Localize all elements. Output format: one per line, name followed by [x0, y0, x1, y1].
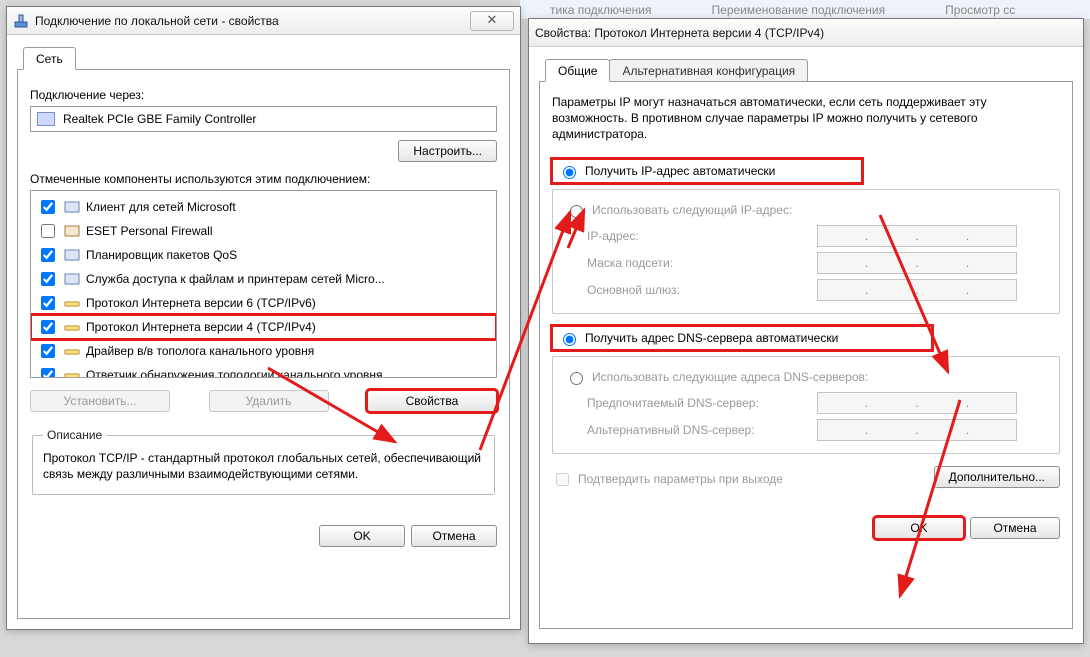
lltd-responder-icon: [64, 367, 80, 378]
background-toolbar-strip: тика подключения Переименование подключе…: [520, 0, 1090, 20]
dns-auto-radio[interactable]: [563, 333, 576, 346]
component-checkbox[interactable]: [41, 368, 55, 378]
dns-section: Получить адрес DNS-сервера автоматически…: [552, 326, 1060, 454]
ipv4-properties-dialog: Свойства: Протокол Интернета версии 4 (T…: [528, 18, 1084, 644]
component-label: Ответчик обнаружения топологии канальног…: [86, 368, 383, 378]
adapter-icon: [37, 112, 55, 126]
confirm-on-exit-label: Подтвердить параметры при выходе: [578, 472, 783, 486]
component-checkbox[interactable]: [41, 224, 55, 238]
firewall-icon: [64, 223, 80, 239]
ip-auto-radio[interactable]: [563, 166, 576, 179]
list-item-ipv4[interactable]: Протокол Интернета версии 4 (TCP/IPv4): [31, 315, 496, 339]
confirm-on-exit-row[interactable]: Подтвердить параметры при выходе: [552, 470, 783, 489]
lan-title: Подключение по локальной сети - свойства: [35, 14, 279, 28]
subnet-mask-input: ...: [817, 252, 1017, 274]
ipv4-ok-button[interactable]: OK: [874, 517, 964, 539]
dns-manual-radio[interactable]: [570, 372, 583, 385]
component-label: ESET Personal Firewall: [86, 224, 213, 238]
preferred-dns-label: Предпочитаемый DNS-сервер:: [587, 396, 807, 410]
alt-dns-input: ...: [817, 419, 1017, 441]
ip-auto-row[interactable]: Получить IP-адрес автоматически: [552, 159, 862, 183]
remove-button: Удалить: [209, 390, 329, 412]
dns-manual-label: Использовать следующие адреса DNS-сервер…: [592, 370, 868, 384]
ipv4-icon: [64, 319, 80, 335]
lan-cancel-button[interactable]: Отмена: [411, 525, 497, 547]
lan-close-button[interactable]: ✕: [470, 11, 514, 31]
ip-manual-row[interactable]: Использовать следующий IP-адрес:: [565, 200, 1047, 220]
component-checkbox[interactable]: [41, 200, 55, 214]
component-checkbox[interactable]: [41, 272, 55, 286]
adapter-box[interactable]: Realtek PCIe GBE Family Controller: [30, 106, 497, 132]
components-label: Отмеченные компоненты используются этим …: [30, 172, 497, 186]
component-checkbox[interactable]: [41, 344, 55, 358]
component-label: Протокол Интернета версии 6 (TCP/IPv6): [86, 296, 316, 310]
ipv6-icon: [64, 295, 80, 311]
ipv4-title: Свойства: Протокол Интернета версии 4 (T…: [535, 26, 824, 40]
list-item: Служба доступа к файлам и принтерам сете…: [35, 267, 492, 291]
list-item: Планировщик пакетов QoS: [35, 243, 492, 267]
ip-manual-radio[interactable]: [570, 205, 583, 218]
properties-button[interactable]: Свойства: [367, 390, 497, 412]
list-item: ESET Personal Firewall: [35, 219, 492, 243]
subnet-mask-label: Маска подсети:: [587, 256, 807, 270]
component-label: Служба доступа к файлам и принтерам сете…: [86, 272, 385, 286]
ipv4-cancel-button[interactable]: Отмена: [970, 517, 1060, 539]
install-button: Установить...: [30, 390, 170, 412]
advanced-button[interactable]: Дополнительно...: [934, 466, 1060, 488]
lan-properties-dialog: Подключение по локальной сети - свойства…: [6, 6, 521, 630]
bg-text-3: Просмотр сс: [945, 3, 1015, 17]
components-list[interactable]: Клиент для сетей Microsoft ESET Personal…: [30, 190, 497, 378]
ip-address-input: ...: [817, 225, 1017, 247]
confirm-on-exit-checkbox[interactable]: [556, 473, 569, 486]
tab-alt-config[interactable]: Альтернативная конфигурация: [609, 59, 808, 82]
component-label: Планировщик пакетов QoS: [86, 248, 237, 262]
adapter-name: Realtek PCIe GBE Family Controller: [63, 112, 256, 126]
component-label: Драйвер в/в тополога канального уровня: [86, 344, 314, 358]
description-title: Описание: [43, 428, 106, 442]
dns-auto-row[interactable]: Получить адрес DNS-сервера автоматически: [552, 326, 932, 350]
component-checkbox[interactable]: [41, 296, 55, 310]
dns-manual-row[interactable]: Использовать следующие адреса DNS-сервер…: [565, 367, 1047, 387]
lan-ok-button[interactable]: OK: [319, 525, 405, 547]
tab-network[interactable]: Сеть: [23, 47, 76, 70]
component-label: Протокол Интернета версии 4 (TCP/IPv4): [86, 320, 316, 334]
description-group: Описание Протокол TCP/IP - стандартный п…: [32, 428, 495, 495]
client-icon: [64, 199, 80, 215]
network-icon: [13, 13, 29, 29]
ip-auto-label: Получить IP-адрес автоматически: [585, 164, 775, 178]
component-checkbox[interactable]: [41, 320, 55, 334]
connect-through-label: Подключение через:: [30, 88, 497, 102]
dns-auto-label: Получить адрес DNS-сервера автоматически: [585, 331, 838, 345]
gateway-label: Основной шлюз:: [587, 283, 807, 297]
list-item: Драйвер в/в тополога канального уровня: [35, 339, 492, 363]
tab-general[interactable]: Общие: [545, 59, 610, 82]
intro-text: Параметры IP могут назначаться автоматич…: [552, 94, 1060, 143]
preferred-dns-input: ...: [817, 392, 1017, 414]
list-item: Клиент для сетей Microsoft: [35, 195, 492, 219]
ip-manual-label: Использовать следующий IP-адрес:: [592, 203, 792, 217]
lltd-icon: [64, 343, 80, 359]
bg-text-2: Переименование подключения: [712, 3, 886, 17]
gateway-input: ...: [817, 279, 1017, 301]
ip-section: Получить IP-адрес автоматически Использо…: [552, 159, 1060, 314]
ipv4-titlebar: Свойства: Протокол Интернета версии 4 (T…: [529, 19, 1083, 47]
component-label: Клиент для сетей Microsoft: [86, 200, 236, 214]
fileprint-icon: [64, 271, 80, 287]
list-item: Протокол Интернета версии 6 (TCP/IPv6): [35, 291, 492, 315]
description-text: Протокол TCP/IP - стандартный протокол г…: [43, 450, 484, 482]
ip-address-label: IP-адрес:: [587, 229, 807, 243]
component-checkbox[interactable]: [41, 248, 55, 262]
lan-titlebar: Подключение по локальной сети - свойства…: [7, 7, 520, 35]
configure-button[interactable]: Настроить...: [398, 140, 497, 162]
alt-dns-label: Альтернативный DNS-сервер:: [587, 423, 807, 437]
qos-icon: [64, 247, 80, 263]
bg-text-1: тика подключения: [550, 3, 652, 17]
list-item: Ответчик обнаружения топологии канальног…: [35, 363, 492, 378]
